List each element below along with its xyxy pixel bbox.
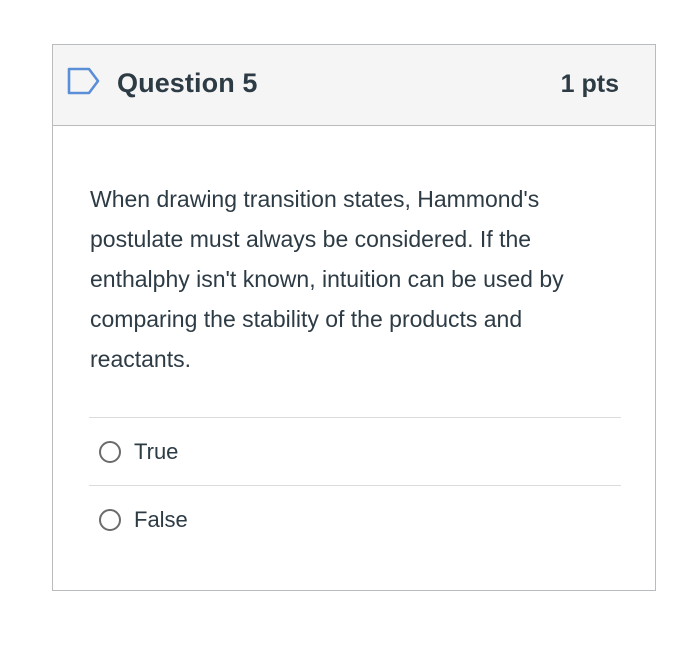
question-points: 1 pts (560, 70, 619, 98)
answer-label-true: True (134, 438, 179, 464)
answer-list: True False (89, 417, 621, 553)
question-card: Question 5 1 pts When drawing transition… (52, 44, 656, 591)
question-header: Question 5 1 pts (53, 45, 655, 126)
question-text: When drawing transition states, Hammond'… (90, 186, 564, 372)
radio-button-true[interactable] (99, 440, 121, 463)
answer-option-false[interactable]: False (89, 485, 621, 553)
answer-label-false: False (134, 506, 188, 532)
radio-button-false[interactable] (99, 508, 121, 531)
flag-question-icon[interactable] (67, 67, 101, 95)
question-title: Question 5 (117, 68, 258, 98)
answer-option-true[interactable]: True (89, 417, 621, 485)
